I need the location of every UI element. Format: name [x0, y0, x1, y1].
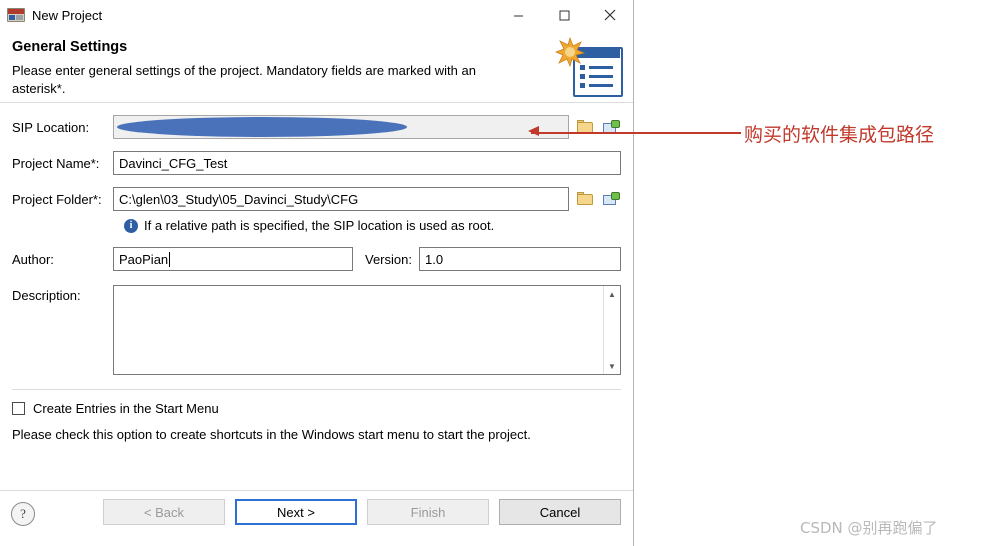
sip-location-variable-button[interactable] — [601, 116, 621, 138]
sip-location-browse-button[interactable] — [575, 116, 595, 138]
title-bar: New Project — [0, 0, 633, 31]
project-folder-input[interactable]: C:\glen\03_Study\05_Davinci_Study\CFG — [113, 187, 569, 211]
author-input[interactable]: PaoPian — [113, 247, 353, 271]
window-controls — [495, 0, 633, 30]
sip-location-redaction — [117, 117, 407, 137]
description-scrollbar[interactable]: ▲ ▼ — [603, 286, 620, 374]
dialog-footer: ? < Back Next > Finish Cancel — [0, 490, 633, 546]
row-project-folder: Project Folder*: C:\glen\03_Study\05_Dav… — [12, 187, 621, 211]
minimize-icon[interactable] — [495, 0, 541, 30]
scroll-up-icon[interactable]: ▲ — [604, 286, 620, 302]
page-title: General Settings — [12, 39, 128, 55]
next-button[interactable]: Next > — [235, 499, 357, 525]
annotation-arrow-head — [528, 126, 539, 136]
star-burst-icon — [555, 37, 585, 67]
version-value: 1.0 — [424, 251, 444, 267]
description-label: Description: — [12, 288, 81, 303]
project-name-label: Project Name*: — [12, 155, 100, 171]
folder-browse-icon — [576, 192, 594, 206]
close-icon[interactable] — [587, 0, 633, 30]
wizard-header: General Settings Please enter general se… — [0, 31, 633, 103]
info-icon: i — [124, 218, 138, 233]
sip-location-input[interactable] — [113, 115, 569, 139]
author-value: PaoPian — [119, 251, 169, 267]
maximize-icon[interactable] — [541, 0, 587, 30]
settings-form: SIP Location: Project Name*: Davinci_CFG… — [0, 115, 633, 442]
project-folder-variable-button[interactable] — [601, 188, 621, 210]
start-menu-label: Create Entries in the Start Menu — [33, 401, 219, 416]
form-divider — [12, 389, 621, 390]
finish-button[interactable]: Finish — [367, 499, 489, 525]
scroll-down-icon[interactable]: ▼ — [604, 358, 620, 374]
row-description: Description: ▲ ▼ — [12, 285, 621, 375]
project-folder-value: C:\glen\03_Study\05_Davinci_Study\CFG — [119, 191, 359, 207]
sip-location-label: SIP Location: — [12, 119, 90, 135]
new-project-dialog: New Project General Settings Please ente… — [0, 0, 634, 546]
text-caret — [169, 251, 171, 267]
cfg-app-icon — [7, 6, 25, 24]
row-author-version: Author: PaoPian Version: 1.0 — [12, 247, 621, 271]
project-folder-label: Project Folder*: — [12, 191, 102, 207]
row-project-name: Project Name*: Davinci_CFG_Test — [12, 151, 621, 175]
annotation-text: 购买的软件集成包路径 — [744, 124, 935, 146]
start-menu-checkbox[interactable] — [12, 402, 25, 415]
variable-insert-icon — [602, 191, 620, 207]
page-description: Please enter general settings of the pro… — [12, 63, 476, 96]
relative-path-hint: i If a relative path is specified, the S… — [12, 218, 621, 233]
watermark: CSDN @别再跑偏了 — [800, 519, 938, 537]
project-name-value: Davinci_CFG_Test — [119, 155, 228, 171]
cancel-button[interactable]: Cancel — [499, 499, 621, 525]
help-button[interactable]: ? — [11, 502, 35, 526]
version-label: Version: — [365, 251, 412, 267]
project-folder-browse-button[interactable] — [575, 188, 595, 210]
version-input[interactable]: 1.0 — [418, 247, 621, 271]
description-textarea[interactable]: ▲ ▼ — [113, 285, 621, 375]
relative-path-hint-text: If a relative path is specified, the SIP… — [144, 218, 495, 233]
back-button[interactable]: < Back — [103, 499, 225, 525]
wizard-buttons: < Back Next > Finish Cancel — [103, 499, 621, 525]
annotation-arrow-line — [531, 132, 741, 134]
row-start-menu: Create Entries in the Start Menu — [12, 401, 621, 416]
project-name-input[interactable]: Davinci_CFG_Test — [113, 151, 621, 175]
wizard-banner-icon — [555, 37, 623, 97]
window-title: New Project — [32, 7, 103, 23]
start-menu-note: Please check this option to create short… — [12, 427, 531, 442]
author-label: Author: — [12, 251, 54, 267]
